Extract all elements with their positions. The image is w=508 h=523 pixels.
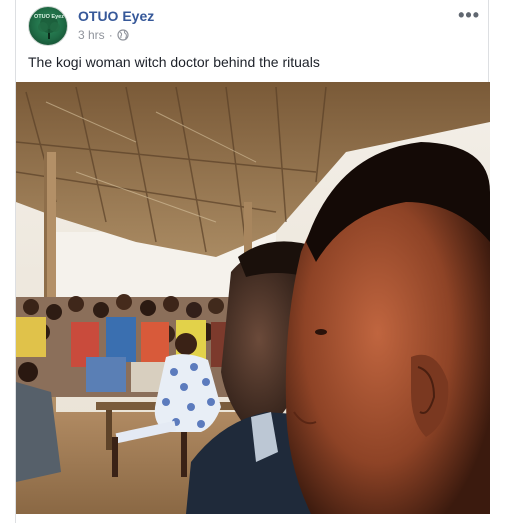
- post-footer-spacer: [16, 514, 490, 523]
- page-avatar[interactable]: OTUO Eyez: [28, 6, 68, 46]
- post-caption: The kogi woman witch doctor behind the r…: [28, 54, 320, 70]
- post-timestamp[interactable]: 3 hrs: [78, 28, 105, 42]
- post-card: OTUO Eyez OTUO Eyez 3 hrs · ••• The kogi…: [15, 0, 490, 523]
- more-options-icon[interactable]: •••: [458, 6, 480, 24]
- post-photo[interactable]: [16, 82, 490, 514]
- meta-separator: ·: [108, 28, 113, 42]
- author-name-link[interactable]: OTUO Eyez: [78, 8, 154, 24]
- avatar-text: OTUO Eyez: [34, 14, 64, 20]
- photo-scene: [16, 82, 490, 514]
- globe-icon[interactable]: [117, 29, 129, 41]
- post-meta: 3 hrs ·: [78, 28, 129, 42]
- tree-logo-icon: OTUO Eyez: [34, 14, 64, 39]
- post-header: OTUO Eyez OTUO Eyez 3 hrs · •••: [28, 4, 488, 46]
